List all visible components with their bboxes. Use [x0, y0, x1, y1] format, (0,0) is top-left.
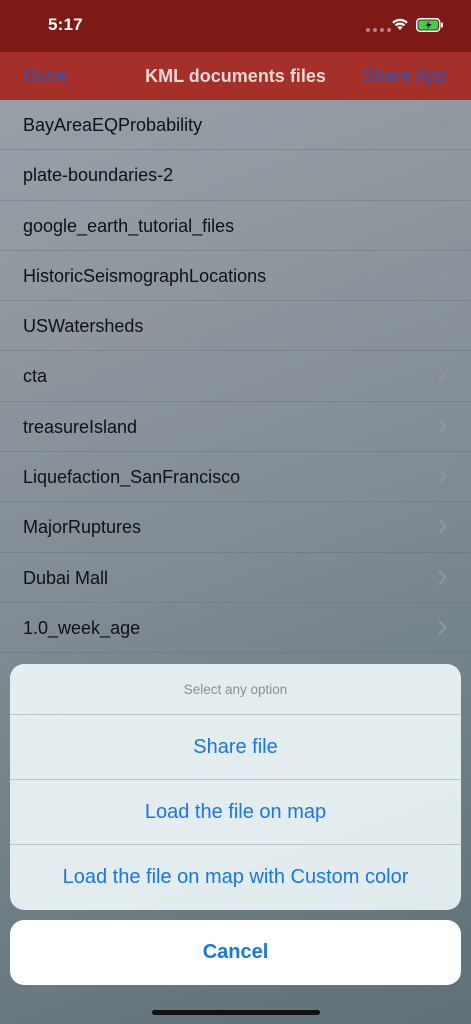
- load-file-on-map-button[interactable]: Load the file on map: [10, 780, 461, 845]
- list-item[interactable]: google_earth_tutorial_files: [0, 201, 471, 251]
- list-item-label: 1.0_week_age: [23, 617, 141, 638]
- list-item[interactable]: USWatersheds: [0, 301, 471, 352]
- cancel-button[interactable]: Cancel: [10, 920, 461, 985]
- list-item-label: HistoricSeismographLocations: [23, 265, 267, 286]
- chevron-right-icon: [438, 167, 447, 182]
- chevron-right-icon: [438, 117, 447, 132]
- wifi-icon: [392, 18, 408, 30]
- battery-charging-icon: [416, 18, 443, 32]
- list-item-label: google_earth_tutorial_files: [23, 215, 235, 236]
- chevron-right-icon: [438, 620, 447, 635]
- list-item-label: Liquefaction_SanFrancisco: [23, 467, 241, 488]
- list-item-label: Dubai Mall: [23, 567, 109, 588]
- load-file-custom-color-button[interactable]: Load the file on map with Custom color: [10, 845, 461, 910]
- file-list: BayAreaEQProbability plate-boundaries-2 …: [0, 100, 471, 654]
- chevron-right-icon: [438, 318, 447, 333]
- share-file-button[interactable]: Share file: [10, 715, 461, 780]
- chevron-right-icon: [438, 570, 447, 585]
- list-item-label: BayAreaEQProbability: [23, 115, 203, 135]
- list-item[interactable]: Dubai Mall: [0, 553, 471, 603]
- list-item[interactable]: BayAreaEQProbability: [0, 100, 471, 151]
- chevron-right-icon: [438, 368, 447, 383]
- list-item-label: treasureIsland: [23, 416, 138, 437]
- list-item[interactable]: treasureIsland: [0, 402, 471, 453]
- list-item-label: plate-boundaries-2: [23, 165, 174, 186]
- chevron-right-icon: [438, 519, 447, 534]
- list-item-label: MajorRuptures: [23, 517, 142, 538]
- status-bar: 5:17: [0, 0, 471, 52]
- list-item[interactable]: 1.0_week_age: [0, 603, 471, 654]
- list-item[interactable]: plate-boundaries-2: [0, 150, 471, 201]
- status-time: 5:17: [48, 15, 83, 34]
- navigation-bar: Done KML documents files Share App: [0, 52, 471, 100]
- chevron-right-icon: [438, 268, 447, 283]
- cellular-signal-icon: [366, 28, 391, 32]
- chevron-right-icon: [438, 218, 447, 233]
- share-app-button[interactable]: Share App: [363, 66, 447, 87]
- list-item[interactable]: Liquefaction_SanFrancisco: [0, 452, 471, 503]
- action-sheet: Select any option Share file Load the fi…: [10, 664, 461, 910]
- list-item[interactable]: MajorRuptures: [0, 502, 471, 553]
- list-item-label: USWatersheds: [23, 316, 144, 337]
- home-indicator[interactable]: [152, 1010, 320, 1015]
- list-item-label: cta: [23, 366, 48, 387]
- action-sheet-title: Select any option: [10, 664, 461, 715]
- chevron-right-icon: [438, 469, 447, 484]
- chevron-right-icon: [438, 419, 447, 434]
- list-item[interactable]: HistoricSeismographLocations: [0, 251, 471, 302]
- list-item[interactable]: cta: [0, 351, 471, 402]
